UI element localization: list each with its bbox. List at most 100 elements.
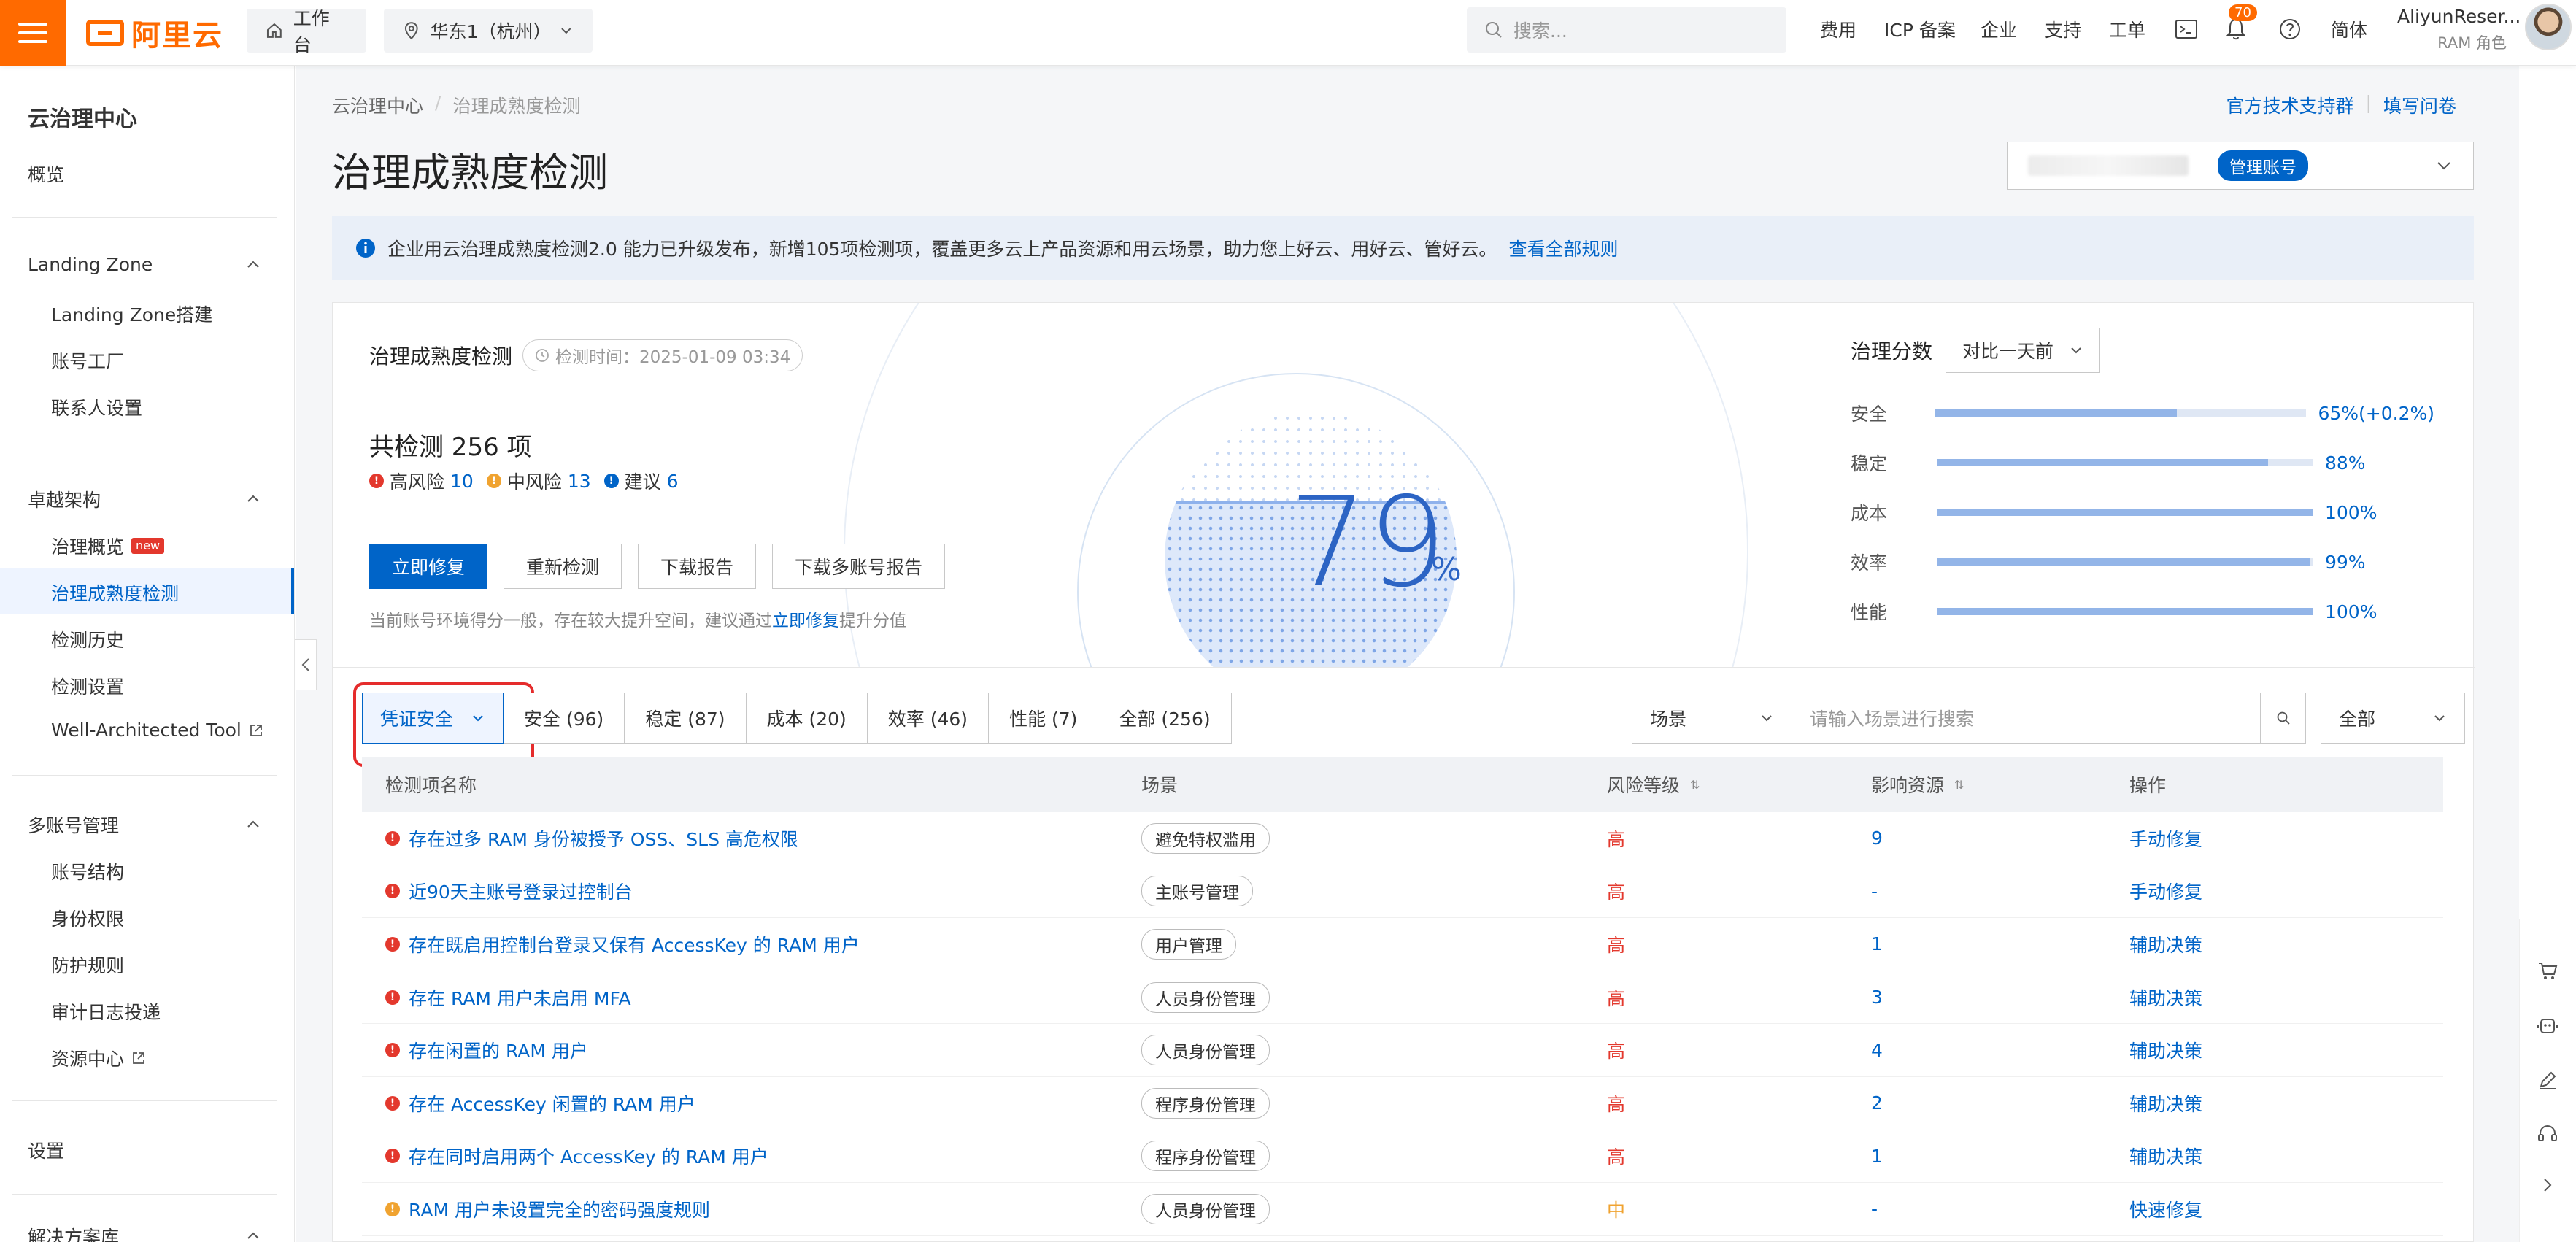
header-risk-level[interactable]: 风险等级 ⇅ — [1607, 771, 1871, 798]
action-link[interactable]: 辅助决策 — [2129, 1090, 2421, 1116]
workbench-button[interactable]: 工作台 — [247, 8, 366, 55]
sidebar-item-identity-permission[interactable]: 身份权限 — [51, 905, 124, 931]
action-link[interactable]: 辅助决策 — [2129, 1037, 2421, 1063]
scene-tag[interactable]: 主账号管理 — [1141, 876, 1253, 907]
support-group-link[interactable]: 官方技术支持群 — [2226, 92, 2354, 118]
headset-icon[interactable] — [2533, 1119, 2562, 1149]
check-item-link[interactable]: 存在既启用控制台登录又保有 AccessKey 的 RAM 用户 — [409, 931, 860, 957]
sidebar-item-audit-log[interactable]: 审计日志投递 — [51, 998, 161, 1025]
survey-link[interactable]: 填写问卷 — [2383, 92, 2456, 118]
download-multi-account-report-button[interactable]: 下载多账号报告 — [772, 544, 946, 589]
account-select[interactable]: 管理账号 — [2007, 142, 2474, 190]
sidebar-collapse-button[interactable] — [295, 639, 317, 690]
action-link[interactable]: 辅助决策 — [2129, 931, 2421, 957]
sidebar-item-resource-center[interactable]: 资源中心 — [51, 1045, 146, 1071]
affected-resources-link[interactable]: 3 — [1871, 987, 2129, 1008]
hamburger-menu-button[interactable] — [0, 0, 66, 66]
scene-tag[interactable]: 人员身份管理 — [1141, 981, 1270, 1013]
sidebar-item-account-factory[interactable]: 账号工厂 — [51, 347, 124, 374]
action-link[interactable]: 辅助决策 — [2129, 984, 2421, 1011]
affected-resources-link[interactable]: 2 — [1871, 1092, 2129, 1114]
affected-resources-link[interactable]: 4 — [1871, 1040, 2129, 1061]
download-report-button[interactable]: 下载报告 — [638, 544, 757, 589]
check-item-link[interactable]: 存在 AccessKey 闲置的 RAM 用户 — [409, 1090, 695, 1116]
sidebar-item-settings[interactable]: 设置 — [28, 1137, 64, 1163]
affected-resources-link[interactable]: - — [1871, 881, 2129, 902]
action-link[interactable]: 快速修复 — [2129, 1196, 2421, 1222]
sidebar-group-landing-zone[interactable]: Landing Zone — [28, 254, 261, 275]
tab-all[interactable]: 全部 (256) — [1098, 693, 1232, 744]
recheck-button[interactable]: 重新检测 — [504, 544, 622, 589]
header-resources[interactable]: 影响资源 ⇅ — [1871, 771, 2129, 798]
action-link[interactable]: 辅助决策 — [2129, 1143, 2421, 1169]
scene-type-select[interactable]: 场景 — [1632, 693, 1792, 744]
check-item-link[interactable]: RAM 用户未设置完全的密码强度规则 — [409, 1196, 710, 1222]
scene-search-button[interactable] — [2261, 693, 2306, 744]
user-info[interactable]: AliyunReser... RAM 角色 — [2397, 6, 2521, 53]
sidebar-item-account-structure[interactable]: 账号结构 — [51, 858, 124, 884]
hint-fix-link[interactable]: 立即修复 — [772, 612, 839, 630]
affected-resources-link[interactable]: 9 — [1871, 828, 2129, 849]
scene-tag[interactable]: 程序身份管理 — [1141, 1087, 1270, 1119]
top-nav-support[interactable]: 支持 — [2045, 0, 2081, 58]
sidebar-item-check-settings[interactable]: 检测设置 — [51, 673, 124, 699]
sidebar-item-contacts[interactable]: 联系人设置 — [51, 394, 142, 420]
avatar[interactable] — [2525, 4, 2572, 50]
top-nav-icp[interactable]: ICP 备案 — [1884, 0, 1956, 58]
risk-filter-select[interactable]: 全部 — [2321, 693, 2465, 744]
robot-icon[interactable] — [2533, 1011, 2562, 1041]
cart-icon[interactable] — [2533, 956, 2562, 985]
scene-tag[interactable]: 避免特权滥用 — [1141, 822, 1270, 854]
check-item-link[interactable]: 近90天主账号登录过控制台 — [409, 878, 633, 904]
breadcrumb-root[interactable]: 云治理中心 — [332, 92, 423, 118]
edit-icon[interactable] — [2533, 1065, 2562, 1095]
top-nav-fee[interactable]: 费用 — [1820, 0, 1856, 58]
sidebar-item-overview[interactable]: 概览 — [28, 161, 64, 187]
tab-efficiency[interactable]: 效率 (46) — [867, 693, 990, 744]
medium-risk-count[interactable]: 13 — [568, 471, 591, 492]
scene-tag[interactable]: 用户管理 — [1141, 928, 1236, 960]
check-item-cell: ! 存在闲置的 RAM 用户 — [362, 1037, 1138, 1063]
view-all-rules-link[interactable]: 查看全部规则 — [1508, 235, 1618, 261]
help-icon[interactable] — [2275, 15, 2305, 44]
advice-count[interactable]: 6 — [667, 471, 679, 492]
scene-search-input[interactable]: 请输入场景进行搜索 — [1792, 693, 2261, 744]
tab-cost[interactable]: 成本 (20) — [746, 693, 868, 744]
check-item-link[interactable]: 存在同时启用两个 AccessKey 的 RAM 用户 — [409, 1143, 768, 1169]
check-item-link[interactable]: 存在过多 RAM 身份被授予 OSS、SLS 高危权限 — [409, 825, 798, 852]
sidebar-item-check-history[interactable]: 检测历史 — [51, 626, 124, 652]
region-select[interactable]: 华东1（杭州） — [384, 9, 593, 53]
check-item-link[interactable]: 存在 RAM 用户未启用 MFA — [409, 984, 631, 1011]
language-switch[interactable]: 简体 — [2331, 0, 2367, 58]
tab-performance[interactable]: 性能 (7) — [989, 693, 1099, 744]
check-item-link[interactable]: 存在闲置的 RAM 用户 — [409, 1037, 588, 1063]
sidebar-item-guardrails[interactable]: 防护规则 — [51, 952, 124, 978]
scene-tag[interactable]: 人员身份管理 — [1141, 1193, 1270, 1224]
sidebar-item-maturity-check[interactable]: 治理成熟度检测 — [51, 579, 179, 606]
sidebar-group-solutions[interactable]: 解决方案库 — [28, 1223, 261, 1242]
terminal-icon[interactable] — [2172, 15, 2201, 44]
sidebar-item-governance-overview[interactable]: 治理概览 new — [51, 533, 165, 559]
table-row: ! 存在既启用控制台登录又保有 AccessKey 的 RAM 用户 用户管理 高 1 辅… — [362, 918, 2443, 971]
affected-resources-link[interactable]: - — [1871, 1198, 2129, 1219]
aliyun-logo[interactable]: 阿里云 — [86, 15, 223, 53]
affected-resources-link[interactable]: 1 — [1871, 933, 2129, 954]
scene-tag[interactable]: 程序身份管理 — [1141, 1141, 1270, 1172]
action-link[interactable]: 手动修复 — [2129, 878, 2421, 904]
top-nav-enterprise[interactable]: 企业 — [1981, 0, 2017, 58]
sidebar-group-multi-account[interactable]: 多账号管理 — [28, 811, 261, 838]
tab-stability[interactable]: 稳定 (87) — [625, 693, 747, 744]
sidebar-item-well-architected-tool[interactable]: Well-Architected Tool — [51, 720, 263, 741]
sidebar-item-landing-zone-build[interactable]: Landing Zone搭建 — [51, 301, 212, 327]
fix-now-button[interactable]: 立即修复 — [369, 544, 488, 589]
compare-select[interactable]: 对比一天前 — [1946, 328, 2101, 373]
affected-resources-link[interactable]: 1 — [1871, 1146, 2129, 1167]
tab-security[interactable]: 安全 (96) — [504, 693, 625, 744]
global-search-input[interactable]: 搜索... — [1467, 7, 1786, 53]
expand-rail-icon[interactable] — [2533, 1170, 2562, 1200]
high-risk-count[interactable]: 10 — [450, 471, 474, 492]
top-nav-ticket[interactable]: 工单 — [2109, 0, 2145, 58]
sidebar-group-well-architected[interactable]: 卓越架构 — [28, 486, 261, 512]
scene-tag[interactable]: 人员身份管理 — [1141, 1035, 1270, 1066]
action-link[interactable]: 手动修复 — [2129, 825, 2421, 852]
